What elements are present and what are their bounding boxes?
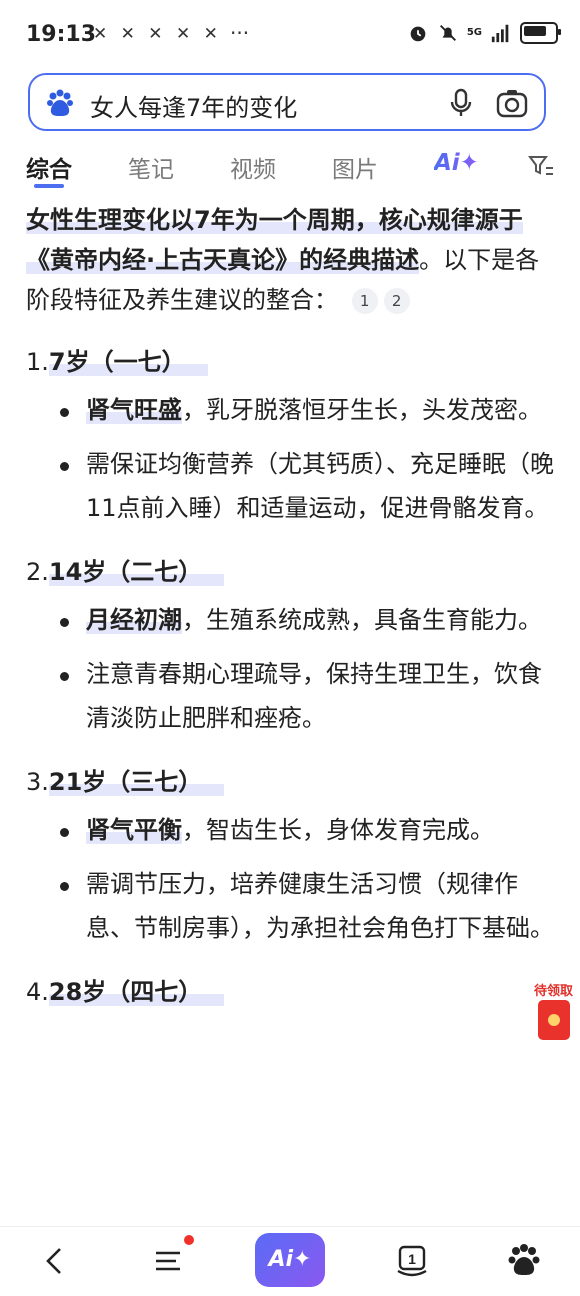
- window-count: 1: [408, 1251, 416, 1267]
- list-item-text: ，智齿生长，身体发育完成。: [182, 816, 494, 844]
- section-number: 1.: [26, 348, 49, 376]
- alarm-icon: [410, 26, 426, 42]
- window-count-icon[interactable]: 1: [390, 1239, 434, 1283]
- mute-bell-icon: [439, 25, 456, 41]
- section-heading: 21岁（三七）: [48, 768, 225, 796]
- section-heading: 7岁（一七）: [48, 348, 208, 376]
- reference-badge-1[interactable]: 1: [351, 288, 378, 314]
- list-item-text: ，生殖系统成熟，具备生育能力。: [182, 606, 542, 634]
- list-item: 肾气旺盛，乳牙脱落恒牙生长，头发茂密。: [60, 388, 556, 432]
- section-list: 肾气平衡，智齿生长，身体发育完成。 需调节压力，培养健康生活习惯（规律作息、节制…: [26, 808, 556, 950]
- list-item: 需调节压力，培养健康生活习惯（规律作息、节制房事），为承担社会角色打下基础。: [60, 862, 556, 950]
- list-item-text: 需调节压力，培养健康生活习惯（规律作息、节制房事），为承担社会角色打下基础。: [86, 870, 554, 942]
- list-item-bold: 月经初潮: [86, 606, 182, 634]
- red-envelope-icon: [538, 1000, 570, 1040]
- section-4: 4.28岁（四七）: [26, 972, 556, 1012]
- section-title: 1.7岁（一七）: [26, 342, 556, 382]
- section-number: 4.: [26, 978, 49, 1006]
- section-title: 3.21岁（三七）: [26, 762, 556, 802]
- tab-video[interactable]: 视频: [230, 150, 276, 184]
- back-arrow-icon[interactable]: [34, 1239, 78, 1283]
- search-query-text[interactable]: 女人每逢7年的变化: [90, 88, 297, 123]
- network-5g-label: 5G: [466, 27, 482, 38]
- notification-icons: ✕ ✕ ✕ ✕ ✕: [93, 24, 222, 44]
- section-1: 1.7岁（一七） 肾气旺盛，乳牙脱落恒牙生长，头发茂密。 需保证均衡营养（尤其钙…: [26, 342, 556, 530]
- section-number: 3.: [26, 768, 49, 796]
- list-item-text: 需保证均衡营养（尤其钙质）、充足睡眠（晚11点前入睡）和适量运动，促进骨骼发育。: [86, 450, 554, 522]
- active-tab-indicator: [34, 184, 64, 188]
- microphone-icon[interactable]: [448, 88, 474, 118]
- baidu-paw-logo-icon: [47, 89, 73, 116]
- list-item: 需保证均衡营养（尤其钙质）、充足睡眠（晚11点前入睡）和适量运动，促进骨骼发育。: [60, 442, 556, 530]
- tab-images[interactable]: 图片: [332, 150, 378, 184]
- answer-content: 女性生理变化以7年为一个周期，核心规律源于《黄帝内经·上古天真论》的经典描述。以…: [26, 200, 556, 1012]
- section-heading: 14岁（二七）: [48, 558, 225, 586]
- list-item: 注意青春期心理疏导，保持生理卫生，饮食清淡防止肥胖和痤疮。: [60, 652, 556, 740]
- red-packet-label: 待领取: [534, 984, 574, 999]
- red-packet-widget[interactable]: 待领取: [532, 980, 578, 1044]
- tab-comprehensive[interactable]: 综合: [26, 150, 72, 184]
- search-tabs: 综合 笔记 视频 图片 Ai✦: [0, 138, 580, 190]
- tab-notes[interactable]: 笔记: [128, 150, 174, 184]
- camera-icon[interactable]: [496, 88, 528, 118]
- list-item: 月经初潮，生殖系统成熟，具备生育能力。: [60, 598, 556, 642]
- section-number: 2.: [26, 558, 49, 586]
- status-bar: 19:13 ✕ ✕ ✕ ✕ ✕ ··· 5G: [0, 0, 580, 64]
- ai-assistant-button[interactable]: Ai✦: [255, 1233, 325, 1287]
- menu-icon[interactable]: [146, 1239, 190, 1283]
- reference-badge-2[interactable]: 2: [383, 288, 410, 314]
- section-title: 2.14岁（二七）: [26, 552, 556, 592]
- section-list: 肾气旺盛，乳牙脱落恒牙生长，头发茂密。 需保证均衡营养（尤其钙质）、充足睡眠（晚…: [26, 388, 556, 530]
- list-item-text: ，乳牙脱落恒牙生长，头发茂密。: [182, 396, 542, 424]
- menu-notification-dot: [184, 1235, 194, 1245]
- list-item-text: 注意青春期心理疏导，保持生理卫生，饮食清淡防止肥胖和痤疮。: [86, 660, 542, 732]
- filter-icon[interactable]: [528, 153, 554, 179]
- more-notifications-icon: ···: [230, 21, 250, 45]
- section-list: 月经初潮，生殖系统成熟，具备生育能力。 注意青春期心理疏导，保持生理卫生，饮食清…: [26, 598, 556, 740]
- section-heading: 28岁（四七）: [48, 978, 225, 1006]
- tab-ai[interactable]: Ai✦: [434, 150, 479, 176]
- battery-icon: [520, 22, 561, 44]
- list-item: 肾气平衡，智齿生长，身体发育完成。: [60, 808, 556, 852]
- section-3: 3.21岁（三七） 肾气平衡，智齿生长，身体发育完成。 需调节压力，培养健康生活…: [26, 762, 556, 950]
- status-right-icons: 5G: [407, 22, 561, 44]
- status-time: 19:13: [26, 22, 97, 47]
- signal-icon: [491, 24, 509, 43]
- section-2: 2.14岁（二七） 月经初潮，生殖系统成熟，具备生育能力。 注意青春期心理疏导，…: [26, 552, 556, 740]
- baidu-home-icon[interactable]: [502, 1239, 546, 1283]
- answer-intro: 女性生理变化以7年为一个周期，核心规律源于《黄帝内经·上古天真论》的经典描述。以…: [26, 200, 556, 320]
- section-title: 4.28岁（四七）: [26, 972, 556, 1012]
- list-item-bold: 肾气平衡: [86, 816, 182, 844]
- list-item-bold: 肾气旺盛: [86, 396, 182, 424]
- search-box[interactable]: 女人每逢7年的变化: [28, 73, 546, 131]
